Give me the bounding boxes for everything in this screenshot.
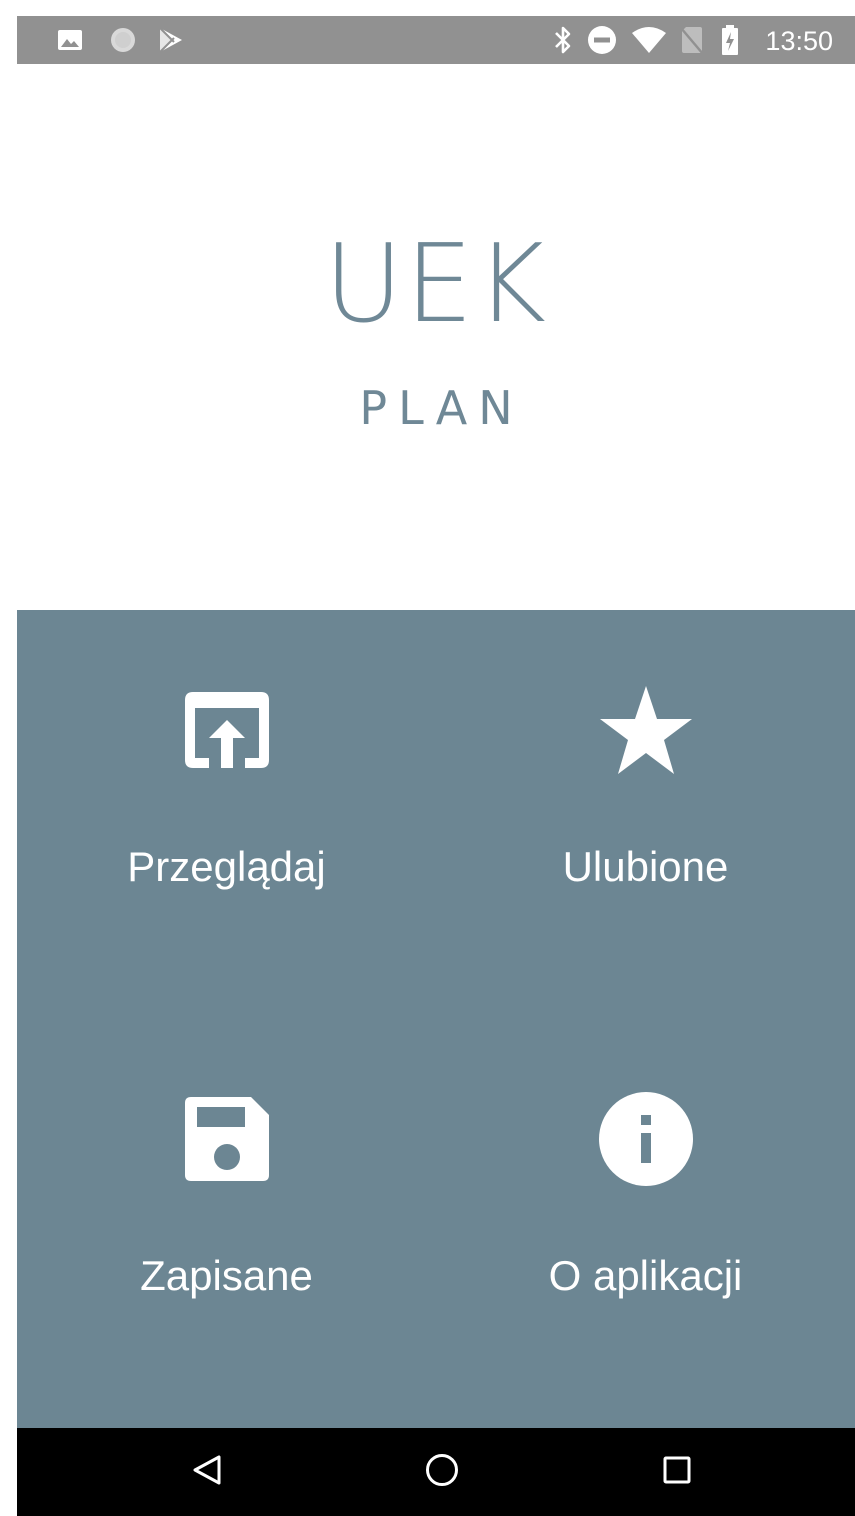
clock: 13:50 <box>765 26 833 56</box>
recents-button[interactable] <box>617 1428 737 1516</box>
wifi-icon <box>629 16 669 64</box>
save-icon <box>17 1089 436 1189</box>
play-store-icon <box>155 16 187 64</box>
menu-item-label: Zapisane <box>140 1252 313 1299</box>
navigation-bar <box>17 1428 855 1516</box>
menu-item-label: O aplikacji <box>548 1252 743 1299</box>
star-icon <box>436 680 855 780</box>
bluetooth-icon <box>549 16 577 64</box>
info-icon <box>436 1089 855 1189</box>
home-button[interactable] <box>382 1428 502 1516</box>
circle-icon <box>107 16 139 64</box>
open-in-browser-icon <box>17 680 436 780</box>
menu-item-favorites[interactable]: Ulubione <box>436 610 855 1019</box>
app-title: UEK <box>323 222 549 347</box>
app-screen: 13:50 UEK PLAN Przeglądaj Ulubione Zapis… <box>17 16 855 1516</box>
menu-item-saved[interactable]: Zapisane <box>17 1019 436 1428</box>
back-icon <box>192 1454 222 1490</box>
app-header: UEK PLAN <box>17 64 855 610</box>
menu-item-label: Przeglądaj <box>127 843 326 890</box>
image-icon <box>55 16 85 64</box>
menu-item-about[interactable]: O aplikacji <box>436 1019 855 1428</box>
menu-item-browse[interactable]: Przeglądaj <box>17 610 436 1019</box>
main-menu: Przeglądaj Ulubione Zapisane O aplikacji <box>17 610 855 1428</box>
status-bar: 13:50 <box>17 16 855 64</box>
menu-item-label: Ulubione <box>562 843 729 890</box>
back-button[interactable] <box>147 1428 267 1516</box>
home-icon <box>425 1453 459 1491</box>
battery-charging-icon <box>717 16 743 64</box>
recents-icon <box>662 1455 692 1489</box>
do-not-disturb-icon <box>585 16 619 64</box>
app-subtitle: PLAN <box>359 381 524 435</box>
no-sim-icon <box>677 16 707 64</box>
